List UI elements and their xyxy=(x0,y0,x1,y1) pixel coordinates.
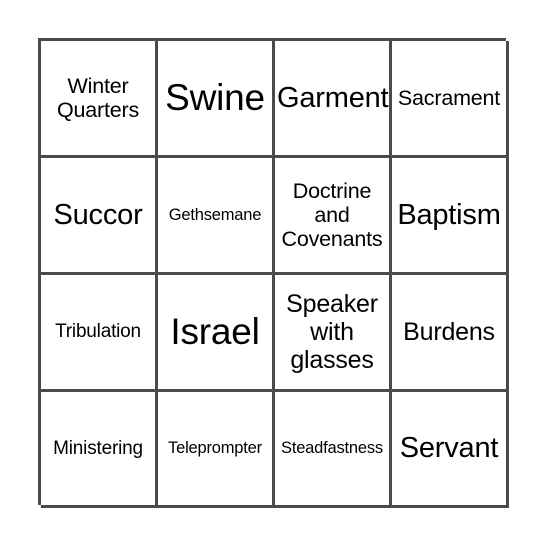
bingo-cell-label: Sacrament xyxy=(397,85,501,110)
bingo-cell-r3c1[interactable]: Tribulation xyxy=(41,275,158,392)
bingo-cell-label: Gethsemane xyxy=(168,205,262,224)
bingo-cell-r2c2[interactable]: Gethsemane xyxy=(158,158,275,275)
bingo-cell-r2c4[interactable]: Baptism xyxy=(392,158,509,275)
bingo-cell-r4c4[interactable]: Servant xyxy=(392,392,509,508)
bingo-cell-r3c2[interactable]: Israel xyxy=(158,275,275,392)
bingo-cell-label: Winter Quarters xyxy=(56,73,140,122)
bingo-cell-label: Ministering xyxy=(53,437,143,459)
bingo-cell-label: Garment xyxy=(277,81,389,114)
bingo-cell-r1c1[interactable]: Winter Quarters xyxy=(41,41,158,158)
bingo-cell-r3c3[interactable]: Speaker with glasses xyxy=(275,275,392,392)
bingo-cell-r2c3[interactable]: Doctrine and Covenants xyxy=(275,158,392,275)
bingo-cell-label: Teleprompter xyxy=(168,439,262,458)
bingo-cell-r3c4[interactable]: Burdens xyxy=(392,275,509,392)
bingo-cell-r1c4[interactable]: Sacrament xyxy=(392,41,509,158)
bingo-cell-label: Servant xyxy=(399,432,499,465)
bingo-cell-label: Succor xyxy=(53,198,143,231)
bingo-cell-label: Doctrine and Covenants xyxy=(281,178,383,252)
bingo-cell-label: Israel xyxy=(170,311,260,353)
bingo-cell-r1c3[interactable]: Garment xyxy=(275,41,392,158)
bingo-cell-label: Speaker with glasses xyxy=(286,290,378,374)
bingo-cell-r4c3[interactable]: Steadfastness xyxy=(275,392,392,508)
bingo-cell-r1c2[interactable]: Swine xyxy=(158,41,275,158)
bingo-cell-r4c2[interactable]: Teleprompter xyxy=(158,392,275,508)
bingo-card-grid: Winter Quarters Swine Garment Sacrament Succ… xyxy=(38,38,509,508)
bingo-cell-r4c1[interactable]: Ministering xyxy=(41,392,158,508)
bingo-cell-label: Swine xyxy=(165,77,265,119)
bingo-cell-label: Tribulation xyxy=(55,321,141,343)
bingo-cell-label: Burdens xyxy=(403,318,495,346)
bingo-cell-label: Baptism xyxy=(397,198,501,231)
bingo-cell-label: Steadfastness xyxy=(281,439,383,458)
bingo-cell-r2c1[interactable]: Succor xyxy=(41,158,158,275)
